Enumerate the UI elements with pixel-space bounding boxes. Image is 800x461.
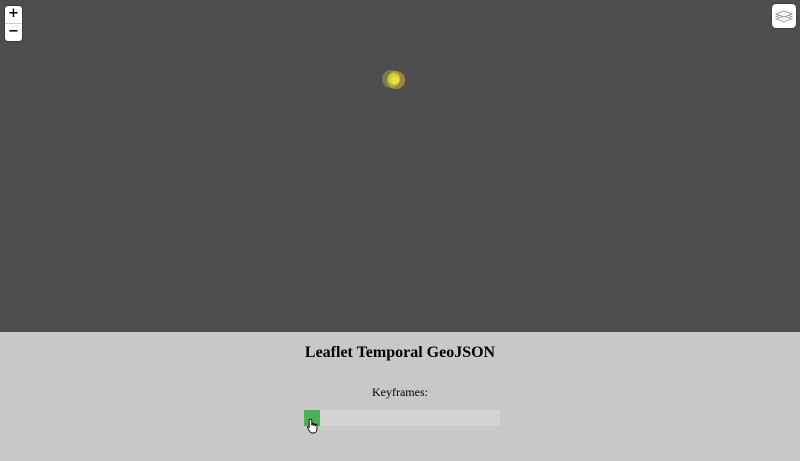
layers-control-button[interactable] — [772, 4, 796, 28]
control-panel: Leaflet Temporal GeoJSON Keyframes: — [0, 332, 800, 461]
layers-icon — [775, 10, 793, 23]
geojson-feature-marker[interactable] — [380, 67, 408, 93]
keyframes-slider-thumb[interactable] — [304, 410, 320, 426]
keyframes-slider[interactable] — [304, 410, 500, 426]
map-view[interactable]: + − — [0, 0, 800, 332]
page-title: Leaflet Temporal GeoJSON — [304, 344, 496, 361]
zoom-in-button[interactable]: + — [5, 6, 22, 23]
zoom-control: + − — [5, 6, 22, 41]
zoom-out-button[interactable]: − — [5, 23, 22, 41]
keyframes-label: Keyframes: — [372, 385, 428, 399]
